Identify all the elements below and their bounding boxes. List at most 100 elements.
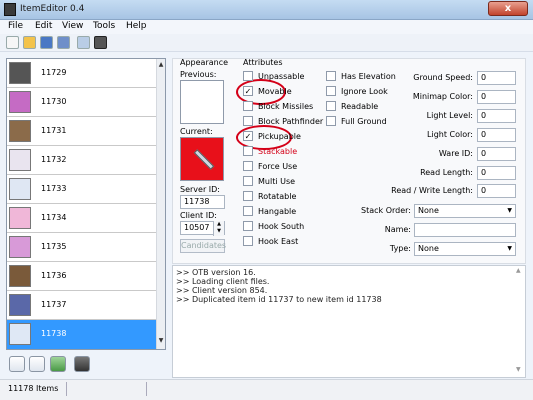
ware-id-label: Ware ID: bbox=[438, 149, 473, 158]
attribute-checkbox[interactable] bbox=[326, 86, 336, 96]
attribute-checkbox[interactable] bbox=[243, 236, 253, 246]
menu-view[interactable]: View bbox=[62, 21, 83, 31]
attribute-label: Block Pathfinder bbox=[258, 117, 324, 126]
read-write-length-label: Read / Write Length: bbox=[391, 186, 473, 195]
attribute-label: Pickupable bbox=[258, 132, 301, 141]
attribute-label: Rotatable bbox=[258, 192, 297, 201]
attribute-checkbox[interactable] bbox=[243, 116, 253, 126]
attribute-label: Has Elevation bbox=[341, 72, 396, 81]
status-separator bbox=[146, 382, 147, 396]
candidates-button[interactable]: Candidates bbox=[180, 239, 226, 253]
find-item-button[interactable] bbox=[74, 356, 90, 372]
client-id-value: 10507 bbox=[184, 223, 210, 232]
read-length-field[interactable]: 0 bbox=[477, 166, 516, 180]
attribute-checkbox[interactable] bbox=[243, 71, 253, 81]
list-item[interactable]: 11731 bbox=[7, 117, 156, 146]
attribute-checkbox[interactable] bbox=[243, 146, 253, 156]
menu-file[interactable]: File bbox=[8, 21, 23, 31]
client-id-label: Client ID: bbox=[180, 211, 217, 220]
attribute-label: Stackable bbox=[258, 147, 298, 156]
attribute-label: Ignore Look bbox=[341, 87, 388, 96]
window-title: ItemEditor 0.4 bbox=[20, 4, 85, 14]
attribute-checkbox[interactable] bbox=[243, 176, 253, 186]
stack-order-select[interactable]: None ▼ bbox=[414, 204, 516, 218]
type-value: None bbox=[418, 244, 439, 253]
ware-id-field[interactable]: 0 bbox=[477, 147, 516, 161]
log-line: >> OTB version 16. bbox=[176, 268, 256, 277]
attribute-label: Force Use bbox=[258, 162, 298, 171]
attribute-label: Hook South bbox=[258, 222, 305, 231]
stack-order-label: Stack Order: bbox=[361, 206, 411, 215]
attribute-checkbox[interactable]: ✓ bbox=[243, 131, 253, 141]
find-icon[interactable] bbox=[94, 36, 107, 49]
read-write-length-field[interactable]: 0 bbox=[477, 184, 516, 198]
appearance-header: Appearance bbox=[180, 58, 229, 67]
attribute-checkbox[interactable] bbox=[326, 101, 336, 111]
attribute-checkbox[interactable] bbox=[243, 206, 253, 216]
potion-purple-icon bbox=[9, 236, 31, 258]
attribute-checkbox[interactable] bbox=[243, 161, 253, 171]
menu-edit[interactable]: Edit bbox=[35, 21, 52, 31]
wand-icon bbox=[193, 149, 215, 170]
log-line: >> Client version 854. bbox=[176, 286, 268, 295]
list-scrollbar[interactable] bbox=[156, 59, 165, 349]
current-label: Current: bbox=[180, 127, 213, 136]
read-length-label: Read Length: bbox=[420, 168, 473, 177]
type-select[interactable]: None ▼ bbox=[414, 242, 516, 256]
attribute-checkbox[interactable] bbox=[326, 116, 336, 126]
attribute-label: Block Missiles bbox=[258, 102, 314, 111]
chevron-down-icon: ▼ bbox=[507, 245, 512, 252]
wand-icon bbox=[9, 91, 31, 113]
ground-speed-label: Ground Speed: bbox=[413, 73, 473, 82]
duplicate-item-button[interactable] bbox=[29, 356, 45, 372]
log-scroll-down-arrow[interactable]: ▼ bbox=[516, 366, 521, 373]
attribute-checkbox[interactable] bbox=[243, 221, 253, 231]
client-id-stepper[interactable]: ▲ ▼ bbox=[213, 221, 224, 236]
client-id-field[interactable]: 10507 ▲ ▼ bbox=[180, 221, 225, 236]
ground-speed-field[interactable]: 0 bbox=[477, 71, 516, 85]
chevron-down-icon: ▼ bbox=[507, 207, 512, 214]
book-icon bbox=[9, 294, 31, 316]
list-item[interactable]: 11729 bbox=[7, 59, 156, 88]
app-icon bbox=[4, 3, 16, 16]
current-sprite bbox=[180, 137, 224, 181]
new-item-button[interactable] bbox=[9, 356, 25, 372]
list-item[interactable]: 11732 bbox=[7, 146, 156, 175]
list-item-selected[interactable]: 11738 bbox=[7, 320, 156, 349]
save-icon[interactable] bbox=[40, 36, 53, 49]
list-item[interactable]: 11730 bbox=[7, 88, 156, 117]
name-field[interactable] bbox=[414, 223, 516, 237]
light-level-field[interactable]: 0 bbox=[477, 109, 516, 123]
list-item[interactable]: 11734 bbox=[7, 204, 156, 233]
new-icon[interactable] bbox=[6, 36, 19, 49]
list-item[interactable]: 11733 bbox=[7, 175, 156, 204]
menu-tools[interactable]: Tools bbox=[93, 21, 115, 31]
minimap-color-label: Minimap Color: bbox=[412, 92, 473, 101]
close-button[interactable]: x bbox=[488, 1, 528, 16]
rod-icon bbox=[9, 120, 31, 142]
light-color-field[interactable]: 0 bbox=[477, 128, 516, 142]
status-separator bbox=[66, 382, 67, 396]
minimap-color-field[interactable]: 0 bbox=[477, 90, 516, 104]
save-as-icon[interactable] bbox=[57, 36, 70, 49]
name-label: Name: bbox=[384, 225, 411, 234]
scroll-down-arrow[interactable]: ▼ bbox=[157, 337, 165, 347]
attribute-checkbox[interactable]: ✓ bbox=[243, 86, 253, 96]
attribute-checkbox[interactable] bbox=[243, 191, 253, 201]
previous-sprite bbox=[180, 80, 224, 124]
attribute-checkbox[interactable] bbox=[243, 101, 253, 111]
server-id-field[interactable]: 11738 bbox=[180, 195, 225, 209]
menu-help[interactable]: Help bbox=[126, 21, 147, 31]
attribute-label: Hook East bbox=[258, 237, 299, 246]
potion-pink-icon bbox=[9, 207, 31, 229]
scroll-up-arrow[interactable]: ▲ bbox=[157, 61, 165, 71]
reload-item-button[interactable] bbox=[50, 356, 66, 372]
list-item[interactable]: 11736 bbox=[7, 262, 156, 291]
list-item[interactable]: 11735 bbox=[7, 233, 156, 262]
compare-icon[interactable] bbox=[77, 36, 90, 49]
attribute-checkbox[interactable] bbox=[326, 71, 336, 81]
open-icon[interactable] bbox=[23, 36, 36, 49]
list-item[interactable]: 11737 bbox=[7, 291, 156, 320]
log-scroll-up-arrow[interactable]: ▲ bbox=[516, 267, 521, 274]
attribute-label: Movable bbox=[258, 87, 292, 96]
